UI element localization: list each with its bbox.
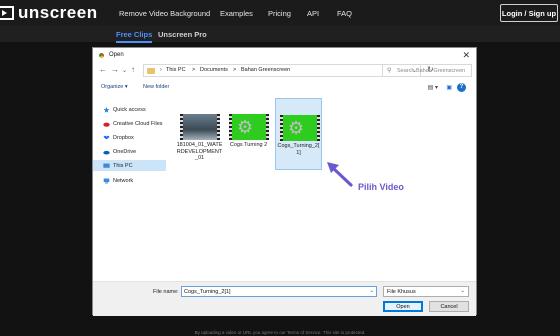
dialog-title: Open	[109, 52, 124, 58]
folder-icon	[147, 68, 155, 74]
onedrive-icon	[103, 150, 110, 155]
breadcrumb-bahan-greenscreen[interactable]: Bahan Greenscreen	[241, 67, 290, 73]
video-thumbnail: ⚙	[229, 114, 269, 140]
unscreen-logo[interactable]: unscreen	[0, 3, 98, 23]
up-arrow-icon[interactable]: ↑	[131, 65, 135, 75]
site-navbar: unscreen Remove Video Background Example…	[0, 0, 560, 26]
breadcrumb-this-pc[interactable]: This PC	[166, 67, 186, 73]
organize-menu[interactable]: Organize ▾	[101, 84, 128, 90]
help-icon[interactable]: ?	[457, 83, 466, 92]
gear-icon: ⚙	[237, 117, 254, 137]
forward-arrow-icon[interactable]: →	[111, 65, 119, 75]
file-item[interactable]: 181004_01_WATE RDEVELOPMENT _01	[176, 98, 223, 170]
address-bar[interactable]: › This PC > Documents > Bahan Greenscree…	[143, 64, 421, 77]
search-icon: ⚲	[387, 68, 392, 74]
file-name: Cogs Turning 2	[229, 142, 268, 148]
filename-value: Cogs_Turning_2[1]	[184, 289, 231, 295]
network-icon	[103, 178, 110, 183]
search-placeholder: Search Bahan Greenscreen	[397, 68, 466, 74]
sidebar-item-this-pc[interactable]: This PC	[93, 160, 166, 171]
breadcrumb-documents[interactable]: Documents	[200, 67, 228, 73]
file-type-select[interactable]: File Khusus ⌄	[383, 286, 469, 297]
chevron-down-icon[interactable]: ⌄	[369, 288, 374, 294]
open-button[interactable]: Open	[383, 301, 423, 312]
chrome-icon	[98, 51, 105, 59]
new-folder-button[interactable]: New folder	[143, 84, 169, 90]
star-icon	[103, 106, 110, 113]
terms-note: By uploading a video or URL you agree to…	[194, 330, 366, 335]
chevron-down-icon: ⌄	[460, 288, 465, 294]
video-thumbnail	[180, 114, 220, 140]
dialog-toolbar: Organize ▾ New folder ▤ ▾ ▣ ?	[93, 81, 476, 95]
back-arrow-icon[interactable]: ←	[99, 65, 107, 75]
filename-input[interactable]: Cogs_Turning_2[1] ⌄	[181, 286, 377, 297]
filename-label: File name:	[153, 289, 179, 295]
nav-pricing[interactable]: Pricing	[268, 9, 291, 18]
cloud-icon	[103, 122, 110, 127]
sidebar-item-network[interactable]: Network	[93, 175, 166, 186]
sidebar-item-quick-access[interactable]: Quick access	[93, 104, 166, 115]
dialog-titlebar: Open	[93, 48, 476, 62]
navigation-pane: Quick access Creative Cloud Files Dropbo…	[93, 98, 166, 281]
gear-icon: ⚙	[288, 118, 305, 138]
preview-pane-icon[interactable]: ▣	[446, 84, 452, 91]
tab-free-clips[interactable]: Free Clips	[116, 30, 153, 43]
annotation-label: Pilih Video	[358, 182, 404, 192]
dropbox-icon	[103, 135, 110, 139]
logo-text: unscreen	[18, 3, 98, 22]
breadcrumb-sep: >	[192, 67, 196, 73]
video-thumbnail: ⚙	[280, 115, 320, 141]
tab-unscreen-pro[interactable]: Unscreen Pro	[158, 30, 207, 39]
nav-examples[interactable]: Examples	[220, 9, 253, 18]
nav-remove-background[interactable]: Remove Video Background	[119, 9, 210, 18]
view-options-icon[interactable]: ▤ ▾	[428, 84, 438, 91]
file-name: Cogs_Turning_2[ 1]	[277, 143, 320, 156]
cancel-button[interactable]: Cancel	[429, 301, 469, 312]
dialog-footer: File name: Cogs_Turning_2[1] ⌄ File Khus…	[93, 281, 476, 316]
annotation-arrow-icon	[327, 162, 353, 187]
logo-play-icon	[0, 6, 14, 20]
sidebar-item-dropbox[interactable]: Dropbox	[93, 132, 166, 143]
breadcrumb-sep: ›	[160, 67, 162, 73]
search-box[interactable]: ⚲ Search Bahan Greenscreen	[382, 64, 472, 77]
clips-subnav: Free Clips Unscreen Pro	[0, 26, 560, 43]
nav-faq[interactable]: FAQ	[337, 9, 352, 18]
sidebar-item-onedrive[interactable]: OneDrive	[93, 146, 166, 157]
pc-icon	[103, 163, 110, 168]
close-icon[interactable]: ✕	[462, 50, 470, 60]
sidebar-item-creative-cloud[interactable]: Creative Cloud Files	[93, 118, 166, 129]
breadcrumb-sep: >	[233, 67, 237, 73]
nav-api[interactable]: API	[307, 9, 319, 18]
recent-locations-icon[interactable]: ⌄	[122, 66, 127, 76]
file-name: 181004_01_WATE RDEVELOPMENT _01	[176, 142, 223, 161]
file-type-value: File Khusus	[387, 289, 416, 295]
login-signup-button[interactable]: Login / Sign up	[500, 4, 558, 22]
